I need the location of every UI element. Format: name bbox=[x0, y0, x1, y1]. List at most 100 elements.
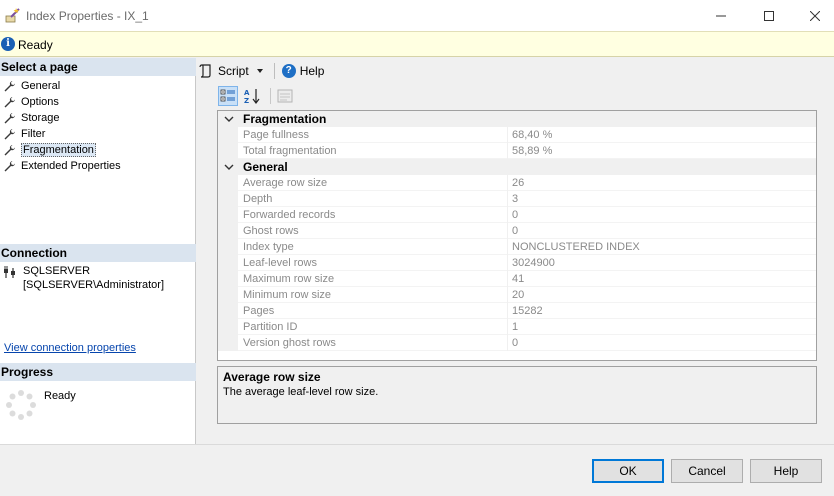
property-value: 0 bbox=[512, 225, 519, 237]
category-label: General bbox=[243, 160, 288, 174]
property-value: 0 bbox=[512, 209, 519, 221]
property-name: Total fragmentation bbox=[243, 145, 337, 157]
wrench-icon bbox=[4, 80, 15, 91]
property-value: 20 bbox=[512, 289, 525, 301]
page-item-storage[interactable]: Storage bbox=[3, 110, 121, 126]
status-bar: i Ready bbox=[0, 31, 834, 57]
category-label: Fragmentation bbox=[243, 112, 327, 126]
page-label: Fragmentation bbox=[21, 143, 96, 157]
property-name: Page fullness bbox=[243, 129, 310, 141]
property-value: 3024900 bbox=[512, 257, 555, 269]
categorized-button[interactable] bbox=[218, 86, 238, 106]
wrench-icon bbox=[4, 144, 15, 155]
property-name: Average row size bbox=[243, 177, 328, 189]
property-row[interactable]: Page fullness 68,40 % bbox=[218, 127, 816, 143]
property-pages-icon bbox=[277, 89, 293, 103]
minimize-icon bbox=[716, 15, 726, 16]
description-text: The average leaf-level row size. bbox=[223, 386, 379, 398]
cancel-button[interactable]: Cancel bbox=[671, 459, 743, 483]
page-item-options[interactable]: Options bbox=[3, 94, 121, 110]
property-name: Depth bbox=[243, 193, 273, 205]
description-title: Average row size bbox=[223, 370, 321, 384]
title-bar: Index Properties - IX_1 bbox=[0, 0, 834, 31]
page-item-filter[interactable]: Filter bbox=[3, 126, 121, 142]
script-label: Script bbox=[218, 64, 249, 78]
property-row[interactable]: Depth 3 bbox=[218, 191, 816, 207]
property-row[interactable]: Average row size 26 bbox=[218, 175, 816, 191]
chevron-down-icon[interactable] bbox=[224, 114, 234, 124]
window-title: Index Properties - IX_1 bbox=[26, 9, 149, 23]
close-icon bbox=[810, 10, 820, 21]
toolbar: Script ? Help bbox=[198, 60, 324, 82]
property-row[interactable]: Minimum row size 20 bbox=[218, 287, 816, 303]
toolbar-separator bbox=[273, 63, 275, 79]
status-text: Ready bbox=[18, 38, 53, 52]
maximize-button[interactable] bbox=[746, 0, 792, 31]
property-row[interactable]: Pages 15282 bbox=[218, 303, 816, 319]
dropdown-arrow-icon[interactable] bbox=[253, 66, 267, 76]
sort-alphabetical-icon: A Z bbox=[244, 89, 260, 105]
property-name: Partition ID bbox=[243, 321, 298, 333]
progress-header: Progress bbox=[0, 363, 196, 381]
alphabetical-button[interactable]: A Z bbox=[242, 86, 262, 106]
property-row[interactable]: Maximum row size 41 bbox=[218, 271, 816, 287]
property-row[interactable]: Version ghost rows 0 bbox=[218, 335, 816, 351]
property-row[interactable]: Index type NONCLUSTERED INDEX bbox=[218, 239, 816, 255]
categorized-icon bbox=[220, 89, 235, 102]
divider bbox=[0, 444, 834, 445]
select-page-header: Select a page bbox=[0, 58, 196, 76]
page-item-extended-properties[interactable]: Extended Properties bbox=[3, 158, 121, 174]
help-button[interactable]: Help bbox=[750, 459, 822, 483]
property-value: 15282 bbox=[512, 305, 543, 317]
property-row[interactable]: Forwarded records 0 bbox=[218, 207, 816, 223]
property-name: Index type bbox=[243, 241, 294, 253]
server-name: SQLSERVER bbox=[23, 265, 91, 277]
info-icon: i bbox=[1, 37, 15, 51]
connection-info: SQLSERVER [SQLSERVER\Administrator] bbox=[3, 264, 164, 292]
wrench-icon bbox=[4, 128, 15, 139]
description-panel: Average row size The average leaf-level … bbox=[217, 366, 817, 424]
page-item-fragmentation[interactable]: Fragmentation bbox=[3, 142, 121, 158]
page-item-general[interactable]: General bbox=[3, 78, 121, 94]
property-row[interactable]: Total fragmentation 58,89 % bbox=[218, 143, 816, 159]
property-value: 26 bbox=[512, 177, 525, 189]
connection-header: Connection bbox=[0, 244, 196, 262]
property-row[interactable]: Ghost rows 0 bbox=[218, 223, 816, 239]
ssms-wand-icon bbox=[5, 8, 20, 23]
property-name: Version ghost rows bbox=[243, 337, 336, 349]
property-name: Minimum row size bbox=[243, 289, 332, 301]
property-grid[interactable]: Fragmentation Page fullness 68,40 % Tota… bbox=[217, 110, 817, 361]
property-pages-button bbox=[275, 86, 295, 106]
progress-status: Ready bbox=[44, 390, 76, 402]
category-row[interactable]: General bbox=[218, 159, 816, 175]
help-toolbar-button[interactable]: ? Help bbox=[281, 64, 325, 78]
help-icon: ? bbox=[281, 64, 296, 78]
property-row[interactable]: Partition ID 1 bbox=[218, 319, 816, 335]
chevron-down-icon[interactable] bbox=[224, 162, 234, 172]
property-value: 3 bbox=[512, 193, 519, 205]
category-row[interactable]: Fragmentation bbox=[218, 111, 816, 127]
wrench-icon bbox=[4, 96, 15, 107]
view-connection-properties-link[interactable]: View connection properties bbox=[4, 342, 136, 354]
property-value: 1 bbox=[512, 321, 519, 333]
minimize-button[interactable] bbox=[698, 0, 744, 31]
script-button[interactable]: Script bbox=[198, 63, 267, 79]
progress-spinner-icon bbox=[6, 390, 36, 420]
page-label: Filter bbox=[21, 128, 46, 140]
page-label: Options bbox=[21, 96, 59, 108]
property-name: Leaf-level rows bbox=[243, 257, 317, 269]
property-value: 58,89 % bbox=[512, 145, 553, 157]
toolbar-separator bbox=[270, 88, 271, 104]
help-label: Help bbox=[299, 64, 325, 78]
script-icon bbox=[199, 64, 211, 78]
property-row[interactable]: Leaf-level rows 3024900 bbox=[218, 255, 816, 271]
property-name: Maximum row size bbox=[243, 273, 335, 285]
property-value: 68,40 % bbox=[512, 129, 553, 141]
property-name: Ghost rows bbox=[243, 225, 299, 237]
property-value: 41 bbox=[512, 273, 525, 285]
page-list: General Options Storage Filter Fragmenta… bbox=[3, 78, 121, 174]
property-value: 0 bbox=[512, 337, 519, 349]
svg-text:A: A bbox=[244, 89, 250, 97]
ok-button[interactable]: OK bbox=[592, 459, 664, 483]
close-button[interactable] bbox=[792, 0, 834, 31]
